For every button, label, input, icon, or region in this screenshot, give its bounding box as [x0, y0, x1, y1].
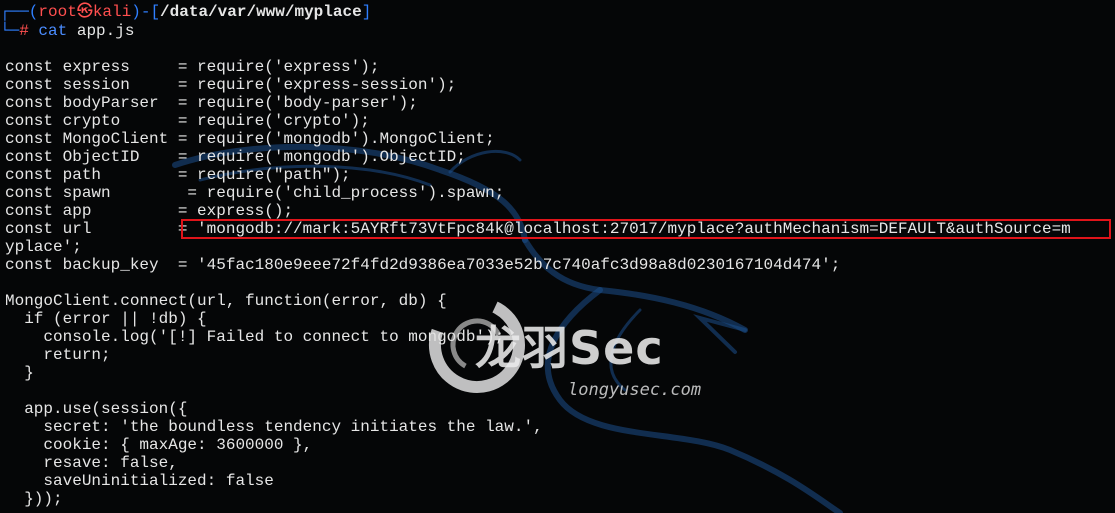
prompt-frame-mid: )-[: [131, 3, 161, 21]
code-line: const app = express();: [5, 202, 294, 220]
prompt-user: root: [38, 3, 77, 21]
code-line-mongodb-url-wrap: yplace';: [5, 238, 82, 256]
prompt-line-2: └─# cat app.js: [0, 22, 134, 40]
prompt-path: /data/var/www/myplace: [160, 3, 362, 21]
code-line: if (error || !db) {: [5, 310, 207, 328]
code-line: }));: [5, 490, 63, 508]
code-line: const crypto = require('crypto');: [5, 112, 370, 130]
code-line-backup-key: const backup_key = '45fac180e9eee72f4fd2…: [5, 256, 841, 274]
code-line: const path = require("path");: [5, 166, 351, 184]
prompt-frame-bottom: └─: [0, 22, 20, 40]
prompt-frame-left: ┌──(: [0, 3, 39, 21]
shell-prompt: ┌──(root㉿kali)-[/data/var/www/myplace] └…: [0, 0, 1115, 42]
code-line: console.log('[!] Failed to connect to mo…: [5, 328, 505, 346]
credential-highlight-box: [181, 219, 1111, 239]
prompt-line-1: ┌──(root㉿kali)-[/data/var/www/myplace]: [0, 3, 371, 21]
code-line: const spawn = require('child_process').s…: [5, 184, 505, 202]
command-argument: app.js: [76, 22, 135, 40]
prompt-host: kali: [92, 3, 132, 21]
code-line: resave: false,: [5, 454, 178, 472]
code-line: saveUninitialized: false: [5, 472, 274, 490]
code-line: cookie: { maxAge: 3600000 },: [5, 436, 313, 454]
code-line: const express = require('express');: [5, 58, 380, 76]
skull-icon: ㉿: [76, 3, 93, 21]
code-line: MongoClient.connect(url, function(error,…: [5, 292, 447, 310]
prompt-hash: #: [19, 22, 29, 40]
terminal-window[interactable]: ┌──(root㉿kali)-[/data/var/www/myplace] └…: [0, 0, 1115, 513]
prompt-frame-right: ]: [361, 3, 372, 21]
code-line: const MongoClient = require('mongodb').M…: [5, 130, 495, 148]
code-line: }: [5, 364, 34, 382]
code-line: const ObjectID = require('mongodb').Obje…: [5, 148, 466, 166]
code-line: const session = require('express-session…: [5, 76, 457, 94]
file-output: const express = require('express'); cons…: [5, 58, 1071, 508]
code-line: return;: [5, 346, 111, 364]
code-line: app.use(session({: [5, 400, 188, 418]
code-line: secret: 'the boundless tendency initiate…: [5, 418, 543, 436]
code-line: const bodyParser = require('body-parser'…: [5, 94, 418, 112]
command-name: cat: [38, 22, 68, 40]
